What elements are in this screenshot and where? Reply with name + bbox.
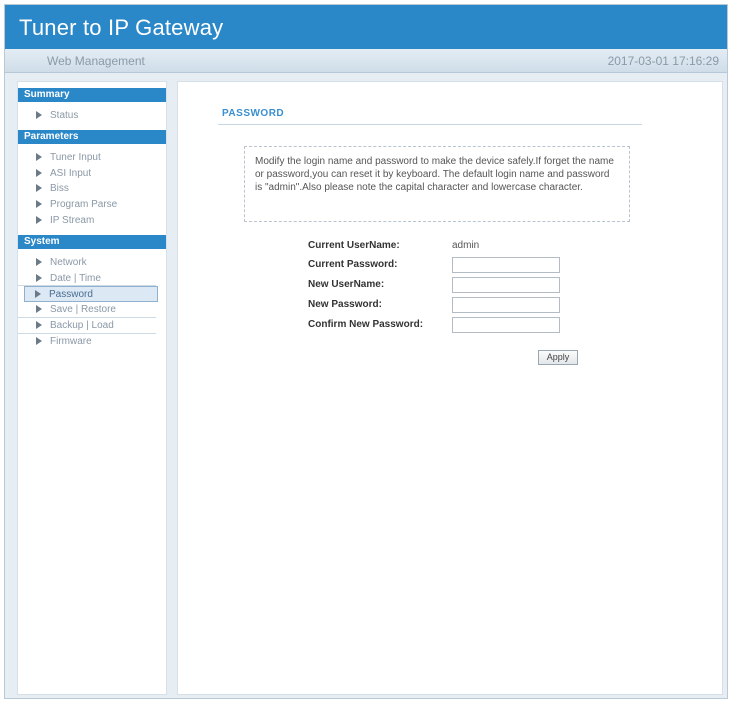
sidebar-section-parameters: Parameters bbox=[18, 129, 166, 144]
sidebar-item-label: Backup | Load bbox=[50, 319, 114, 331]
triangle-right-icon bbox=[36, 257, 42, 266]
password-notice: Modify the login name and password to ma… bbox=[244, 146, 630, 222]
sidebar-item-program-parse[interactable]: Program Parse bbox=[18, 197, 166, 213]
summary-nav: Status bbox=[18, 108, 166, 124]
sidebar-item-label: IP Stream bbox=[50, 214, 95, 226]
triangle-right-icon bbox=[36, 152, 42, 161]
app-frame: Tuner to IP Gateway Web Management 2017-… bbox=[4, 4, 728, 699]
new-username-label: New UserName: bbox=[308, 279, 385, 290]
current-username-value: admin bbox=[452, 240, 480, 251]
triangle-right-icon bbox=[36, 215, 42, 224]
web-management-label: Web Management bbox=[47, 54, 145, 68]
title-divider bbox=[218, 124, 642, 125]
triangle-right-icon bbox=[36, 111, 42, 119]
system-datetime: 2017-03-01 17:16:29 bbox=[607, 54, 719, 68]
triangle-right-icon bbox=[36, 336, 42, 345]
sidebar-item-tuner-input[interactable]: Tuner Input bbox=[18, 150, 166, 166]
sidebar-item-date-time[interactable]: Date | Time bbox=[18, 271, 156, 287]
sidebar: Summary Status Parameters Tuner Input AS… bbox=[17, 81, 167, 695]
sidebar-item-network[interactable]: Network bbox=[18, 255, 166, 271]
current-password-row: Current Password: bbox=[308, 257, 568, 273]
apply-button[interactable]: Apply bbox=[538, 350, 578, 365]
triangle-right-icon bbox=[36, 184, 42, 193]
main-panel: PASSWORD Modify the login name and passw… bbox=[177, 81, 723, 695]
confirm-password-label: Confirm New Password: bbox=[308, 319, 424, 330]
triangle-right-icon bbox=[36, 273, 42, 282]
triangle-right-icon bbox=[36, 168, 42, 177]
app-title: Tuner to IP Gateway bbox=[19, 15, 224, 40]
sidebar-item-label: Biss bbox=[50, 183, 69, 195]
sidebar-item-label: Date | Time bbox=[50, 272, 101, 284]
new-password-input[interactable] bbox=[452, 297, 560, 313]
sidebar-item-label: Program Parse bbox=[50, 199, 118, 211]
current-username-label: Current UserName: bbox=[308, 240, 400, 251]
parameters-nav: Tuner Input ASI Input Biss Program Parse… bbox=[18, 150, 166, 229]
triangle-right-icon bbox=[36, 305, 42, 314]
sidebar-item-label: Network bbox=[50, 256, 87, 268]
new-password-row: New Password: bbox=[308, 297, 568, 313]
sidebar-item-asi-input[interactable]: ASI Input bbox=[18, 166, 166, 182]
sub-header-bar: Web Management 2017-03-01 17:16:29 bbox=[5, 49, 727, 73]
current-password-input[interactable] bbox=[452, 257, 560, 273]
sidebar-section-system: System bbox=[18, 234, 166, 249]
sidebar-item-status[interactable]: Status bbox=[18, 108, 166, 124]
sidebar-item-label: Password bbox=[49, 289, 93, 301]
triangle-right-icon bbox=[36, 200, 42, 209]
confirm-password-input[interactable] bbox=[452, 317, 560, 333]
new-username-row: New UserName: bbox=[308, 277, 568, 293]
sidebar-item-label: Status bbox=[50, 110, 79, 121]
sidebar-item-biss[interactable]: Biss bbox=[18, 181, 166, 197]
sidebar-item-backup-load[interactable]: Backup | Load bbox=[18, 318, 156, 334]
page-title: PASSWORD bbox=[222, 108, 285, 119]
sidebar-item-save-restore[interactable]: Save | Restore bbox=[18, 302, 156, 318]
triangle-right-icon bbox=[36, 320, 42, 329]
sidebar-item-password[interactable]: Password bbox=[24, 286, 158, 303]
sidebar-item-ip-stream[interactable]: IP Stream bbox=[18, 213, 166, 229]
triangle-right-icon bbox=[35, 290, 41, 299]
current-password-label: Current Password: bbox=[308, 259, 398, 270]
new-username-input[interactable] bbox=[452, 277, 560, 293]
sidebar-item-label: Firmware bbox=[50, 335, 92, 347]
new-password-label: New Password: bbox=[308, 299, 382, 310]
confirm-password-row: Confirm New Password: bbox=[308, 317, 568, 333]
sidebar-item-firmware[interactable]: Firmware bbox=[18, 334, 166, 350]
app-header: Tuner to IP Gateway bbox=[5, 5, 727, 49]
sidebar-item-label: ASI Input bbox=[50, 167, 92, 179]
sidebar-section-summary: Summary bbox=[18, 88, 166, 102]
current-username-row: Current UserName: admin bbox=[308, 238, 568, 254]
sidebar-item-label: Save | Restore bbox=[50, 304, 116, 316]
system-nav: Network Date | Time Password Save | Rest… bbox=[18, 255, 166, 350]
sidebar-item-label: Tuner Input bbox=[50, 151, 101, 163]
